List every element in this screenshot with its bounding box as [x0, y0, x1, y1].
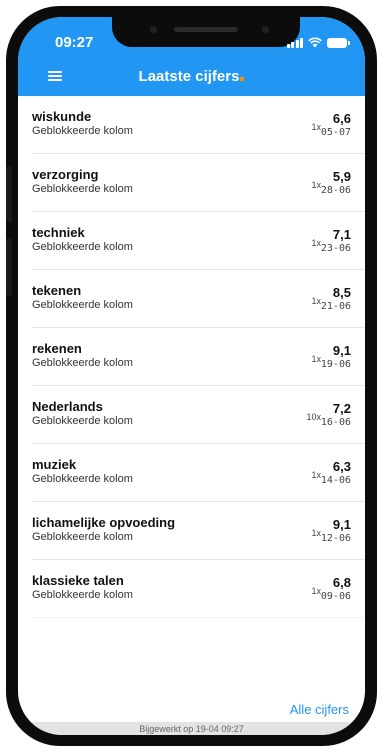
grade-weight: 1x — [311, 238, 321, 248]
grade-subject: wiskunde — [32, 109, 92, 124]
grade-row[interactable]: Nederlands Geblokkeerde kolom 10x 7,2 16-06 — [18, 386, 365, 444]
grade-description: Geblokkeerde kolom — [32, 531, 133, 543]
grade-value: 9,1 — [332, 343, 351, 358]
grade-description: Geblokkeerde kolom — [32, 415, 133, 427]
grade-row[interactable]: lichamelijke opvoeding Geblokkeerde kolom… — [18, 502, 365, 560]
grade-weight: 1x — [311, 296, 321, 306]
grade-description: Geblokkeerde kolom — [32, 589, 133, 601]
grade-weight: 1x — [311, 470, 321, 480]
grade-date: 12-06 — [320, 533, 351, 544]
grade-date: 14-06 — [320, 475, 351, 486]
grade-weight: 1x — [311, 122, 321, 132]
grade-value: 7,2 — [332, 401, 351, 416]
grade-description: Geblokkeerde kolom — [32, 183, 133, 195]
grade-subject: Nederlands — [32, 399, 103, 414]
grade-date: 09-06 — [320, 591, 351, 602]
app-header: 09:27 Laatste cijfers — [18, 17, 365, 96]
updated-text: Bijgewerkt op 19-04 09:27 — [139, 724, 244, 734]
grade-row[interactable]: muziek Geblokkeerde kolom 1x 6,3 14-06 — [18, 444, 365, 502]
camera-icon — [150, 26, 157, 33]
grade-subject: tekenen — [32, 283, 82, 298]
title-accent-dot — [240, 77, 245, 81]
grade-date: 16-06 — [320, 417, 351, 428]
signal-icon — [286, 37, 303, 48]
grade-row[interactable]: verzorging Geblokkeerde kolom 1x 5,9 28-06 — [18, 154, 365, 212]
grade-value: 9,1 — [332, 517, 351, 532]
grade-value: 7,1 — [332, 227, 351, 242]
status-time: 09:27 — [55, 34, 94, 51]
speaker-grille — [174, 27, 238, 32]
grade-row[interactable]: tekenen Geblokkeerde kolom 1x 8,5 21-06 — [18, 270, 365, 328]
grade-subject: techniek — [32, 225, 85, 240]
status-icons — [286, 36, 350, 48]
sensor-icon — [262, 26, 269, 33]
grade-value: 6,6 — [332, 111, 351, 126]
phone-frame: 09:27 Laatste cijfers wiskunde Geblokkee… — [6, 6, 377, 746]
grade-date: 21-06 — [320, 301, 351, 312]
list-fade — [18, 602, 365, 692]
grade-row[interactable]: rekenen Geblokkeerde kolom 1x 9,1 19-06 — [18, 328, 365, 386]
grade-weight: 1x — [311, 528, 321, 538]
page-title: Laatste cijfers — [18, 68, 365, 85]
grade-description: Geblokkeerde kolom — [32, 241, 133, 253]
grade-description: Geblokkeerde kolom — [32, 357, 133, 369]
grade-weight: 1x — [311, 586, 321, 596]
all-grades-link[interactable]: Alle cijfers — [290, 702, 349, 717]
grade-description: Geblokkeerde kolom — [32, 473, 133, 485]
grade-weight: 1x — [311, 354, 321, 364]
grades-list: wiskunde Geblokkeerde kolom 1x 6,6 05-07 verz… — [18, 96, 365, 687]
volume-down-button — [6, 238, 12, 296]
grade-description: Geblokkeerde kolom — [32, 125, 133, 137]
phone-notch — [112, 17, 300, 47]
grade-subject: lichamelijke opvoeding — [32, 515, 176, 530]
wifi-icon — [308, 37, 322, 48]
grade-subject: muziek — [32, 457, 77, 472]
page-title-text: Laatste cijfers — [138, 68, 240, 85]
battery-icon — [327, 38, 350, 48]
grade-date: 23-06 — [320, 243, 351, 254]
grade-description: Geblokkeerde kolom — [32, 299, 133, 311]
grade-date: 28-06 — [320, 185, 351, 196]
grade-weight: 10x — [306, 412, 321, 422]
app-screen: 09:27 Laatste cijfers wiskunde Geblokkee… — [18, 17, 365, 735]
grade-row[interactable]: techniek Geblokkeerde kolom 1x 7,1 23-06 — [18, 212, 365, 270]
grade-value: 6,3 — [332, 459, 351, 474]
grade-weight: 1x — [311, 180, 321, 190]
volume-up-button — [6, 166, 12, 222]
grade-row[interactable]: wiskunde Geblokkeerde kolom 1x 6,6 05-07 — [18, 96, 365, 154]
grade-date: 19-06 — [320, 359, 351, 370]
grade-date: 05-07 — [320, 127, 351, 138]
grade-subject: klassieke talen — [32, 573, 124, 588]
grade-value: 5,9 — [332, 169, 351, 184]
updated-bar: Bijgewerkt op 19-04 09:27 — [18, 722, 365, 735]
grade-value: 6,8 — [332, 575, 351, 590]
grade-value: 8,5 — [332, 285, 351, 300]
grade-subject: rekenen — [32, 341, 82, 356]
grade-subject: verzorging — [32, 167, 99, 182]
